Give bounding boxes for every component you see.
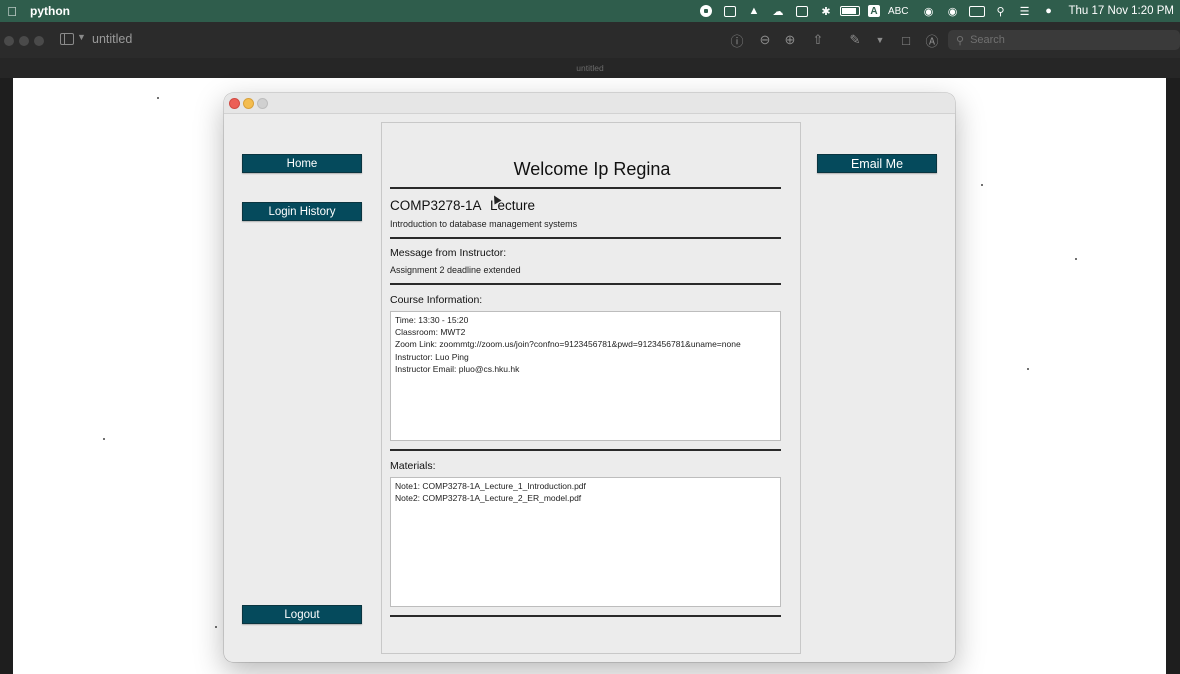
wifi-icon[interactable]: ◉ xyxy=(917,0,941,22)
course-code: COMP3278-1A xyxy=(390,198,482,213)
email-me-button[interactable]: Email Me xyxy=(817,154,937,173)
divider xyxy=(390,283,781,285)
material-line: Note2: COMP3278-1A_Lecture_2_ER_model.pd… xyxy=(395,493,582,504)
divider xyxy=(390,449,781,451)
search-field[interactable]: ⚲ Search xyxy=(948,30,1180,50)
divider xyxy=(390,237,781,239)
document-tab-title: untitled xyxy=(576,63,604,73)
welcome-heading: Welcome Ip Regina xyxy=(513,159,671,179)
info-icon[interactable]: ⓘ xyxy=(728,31,746,49)
course-info-line: Zoom Link: zoommtg://zoom.us/join?confno… xyxy=(395,339,741,350)
material-line: Note1: COMP3278-1A_Lecture_1_Introductio… xyxy=(395,481,586,491)
course-info-line: Classroom: MWT2 xyxy=(395,327,466,338)
course-info-line: Time: 13:30 - 15:20 xyxy=(395,315,469,325)
user-icon[interactable]: ◉ xyxy=(941,0,965,22)
screens-icon[interactable] xyxy=(790,0,814,22)
menu-bar:  python ▲ ☁ ✱ A ABC ◉ ◉ ⚲ ☰ ● Thu 17 No… xyxy=(0,0,1180,22)
siri-icon[interactable]: ● xyxy=(1037,0,1061,22)
zoom-button-dim[interactable] xyxy=(34,36,44,46)
app-store-icon[interactable] xyxy=(718,0,742,22)
search-field-icon: ⚲ xyxy=(956,34,965,47)
app-window: Home Login History Logout Email Me Welco… xyxy=(224,93,955,662)
cloud-icon[interactable]: ☁ xyxy=(766,0,790,22)
annotate-icon[interactable]: Ⓐ xyxy=(923,31,941,49)
apple-icon[interactable]:  xyxy=(4,4,20,19)
canvas-speck xyxy=(981,184,983,186)
markup-chevron-icon[interactable]: ▼ xyxy=(871,31,889,49)
materials-textbox[interactable]: Note1: COMP3278-1A_Lecture_1_Introductio… xyxy=(390,477,781,607)
arc-icon[interactable]: ▲ xyxy=(742,0,766,22)
login-history-button[interactable]: Login History xyxy=(242,202,362,221)
document-title: untitled xyxy=(92,32,133,46)
share-icon[interactable]: ⇧ xyxy=(809,31,827,49)
minimize-button-dim[interactable] xyxy=(19,36,29,46)
battery-icon[interactable] xyxy=(838,0,862,22)
divider xyxy=(390,187,781,189)
input-source-label[interactable]: ABC xyxy=(888,6,909,17)
minimize-button[interactable] xyxy=(243,98,254,109)
divider xyxy=(390,615,781,617)
main-panel: Welcome Ip Regina COMP3278-1A Lecture In… xyxy=(381,122,801,654)
close-button[interactable] xyxy=(229,98,240,109)
course-info-label: Course Information: xyxy=(390,294,483,306)
control-center-icon[interactable]: ☰ xyxy=(1013,0,1037,22)
sidebar-toggle-icon[interactable] xyxy=(60,33,74,45)
canvas-speck xyxy=(103,438,105,440)
message-text: Assignment 2 deadline extended xyxy=(390,265,521,275)
canvas-speck xyxy=(157,97,159,99)
app-name-menu[interactable]: python xyxy=(30,4,70,18)
course-info-line: Instructor: Luo Ping xyxy=(395,351,469,362)
canvas-speck xyxy=(1027,368,1029,370)
canvas-speck xyxy=(215,626,217,628)
document-tab-bar: untitled xyxy=(0,58,1180,78)
search-placeholder: Search xyxy=(970,34,1005,46)
close-button-dim[interactable] xyxy=(4,36,14,46)
zoom-out-icon[interactable]: ⊖ xyxy=(756,31,774,49)
search-icon[interactable]: ⚲ xyxy=(989,0,1013,22)
markup-icon[interactable]: ✎ xyxy=(846,31,864,49)
home-button[interactable]: Home xyxy=(242,154,362,173)
rotate-icon[interactable]: □ xyxy=(897,31,915,49)
preview-toolbar: ▼ untitled ⓘ ⊖ ⊕ ⇧ ✎ ▼ □ Ⓐ ⚲ Search xyxy=(0,22,1180,58)
app-titlebar xyxy=(224,93,955,114)
status-area: ▲ ☁ ✱ A ABC ◉ ◉ ⚲ ☰ ● Thu 17 Nov 1:20 PM xyxy=(694,0,1180,22)
record-icon[interactable] xyxy=(694,0,718,22)
chevron-down-icon[interactable]: ▼ xyxy=(77,32,86,42)
canvas-speck xyxy=(1075,258,1077,260)
clock[interactable]: Thu 17 Nov 1:20 PM xyxy=(1069,5,1174,17)
bluetooth-icon[interactable]: ✱ xyxy=(814,0,838,22)
keyboard-icon[interactable] xyxy=(965,0,989,22)
zoom-in-icon[interactable]: ⊕ xyxy=(781,31,799,49)
course-info-line: Instructor Email: pluo@cs.hku.hk xyxy=(395,363,520,374)
course-info-textbox[interactable]: Time: 13:30 - 15:20 Classroom: MWT2 Zoom… xyxy=(390,311,781,441)
zoom-button[interactable] xyxy=(257,98,268,109)
input-a-icon[interactable]: A xyxy=(862,0,886,22)
logout-button[interactable]: Logout xyxy=(242,605,362,624)
message-label: Message from Instructor: xyxy=(390,247,507,259)
materials-label: Materials: xyxy=(390,460,436,472)
course-description: Introduction to database management syst… xyxy=(390,219,578,229)
